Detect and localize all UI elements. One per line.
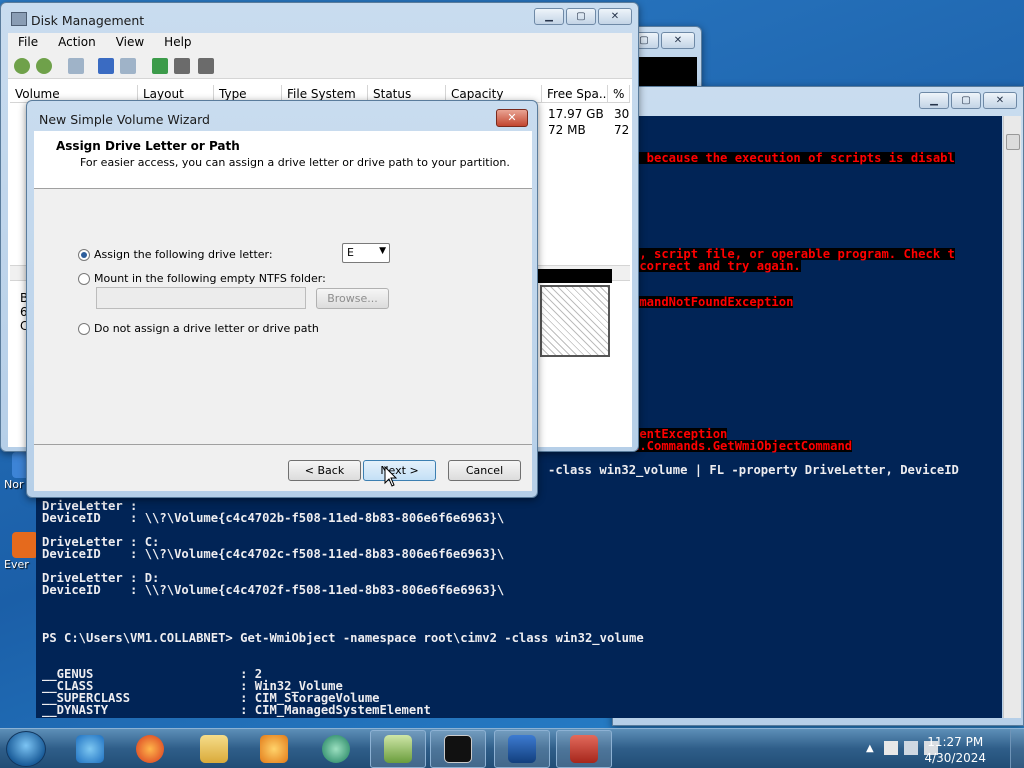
powershell-icon [508,735,536,763]
taskbar-explorer[interactable] [186,730,242,768]
error-line: l.Commands.GetWmiObjectCommand [632,439,853,453]
percent-free-cell: 30 [614,107,630,121]
taskbar-app[interactable] [308,730,364,768]
menu-bar: File Action View Help [8,33,632,53]
console-line: __DYNASTY : CIM_ManagedSystemElement [42,703,431,717]
drive-letter-value: E [347,246,354,259]
check-disks-icon[interactable] [174,58,190,74]
console-line: -class win32_volume | FL -property Drive… [548,463,959,477]
menu-help[interactable]: Help [154,33,201,53]
show-desktop-button[interactable] [1010,729,1024,768]
window-title: Disk Management [31,13,145,28]
partition-header [538,269,612,283]
show-hidden-icons-icon[interactable]: ▲ [866,743,874,754]
mount-folder-label[interactable]: Mount in the following empty NTFS folder… [94,272,326,285]
disk-management-icon [11,12,27,26]
maximize-icon[interactable]: ▢ [566,8,596,25]
start-button[interactable] [6,731,46,767]
column-percent-free[interactable]: % F [608,85,630,103]
console-line: DeviceID : \\?\Volume{c4c4702f-f508-11ed… [42,583,505,597]
disk-properties-icon[interactable] [198,58,214,74]
show-hide-tree-icon[interactable] [68,58,84,74]
system-tray: ▲ 11:27 PM 4/30/2024 [844,729,1024,768]
assign-letter-radio[interactable] [78,249,90,261]
window-content [639,57,697,87]
divider [34,444,532,445]
unallocated-partition[interactable] [540,285,610,357]
refresh-icon[interactable] [152,58,168,74]
taskbar-ie[interactable] [62,730,118,768]
page-description: For easier access, you can assign a driv… [80,156,510,169]
mount-folder-radio[interactable] [78,273,90,285]
taskbar-toolbox[interactable] [556,730,612,768]
back-arrow-icon[interactable] [14,58,30,74]
browse-button[interactable]: Browse... [316,288,389,309]
mouse-pointer-icon [384,466,398,487]
folder-icon [200,735,228,763]
console-scrollbar[interactable] [1003,116,1021,718]
clock[interactable]: 11:27 PM 4/30/2024 [924,734,986,766]
no-letter-radio[interactable] [78,323,90,335]
menu-view[interactable]: View [106,33,154,53]
page-title: Assign Drive Letter or Path [56,139,240,153]
close-icon[interactable]: ✕ [496,109,528,127]
taskbar-media-player[interactable] [246,730,302,768]
close-icon[interactable]: ✕ [661,32,695,49]
taskbar-firefox[interactable] [122,730,178,768]
wizard-title: New Simple Volume Wizard [39,112,210,127]
chevron-down-icon: ▼ [379,246,386,256]
minimize-icon[interactable]: ▁ [919,92,949,109]
wizard-client: Assign Drive Letter or Path For easier a… [34,131,532,491]
command-prompt-icon [444,735,472,763]
internet-explorer-icon [76,735,104,763]
error-line: d because the execution of scripts is di… [632,151,955,165]
assign-letter-label[interactable]: Assign the following drive letter: [94,248,273,261]
column-free-space[interactable]: Free Spa... [542,85,608,103]
folder-path-field[interactable] [96,287,306,309]
taskbar-disk-management[interactable] [370,730,426,768]
network-icon[interactable] [904,741,918,755]
clock-time: 11:27 PM [927,735,984,749]
back-button[interactable]: < Back [288,460,361,481]
menu-file[interactable]: File [8,33,48,53]
minimize-icon[interactable]: ▁ [534,8,564,25]
toolbar [8,53,632,79]
new-simple-volume-wizard[interactable]: New Simple Volume Wizard ✕ Assign Drive … [26,100,538,498]
free-space-cell: 17.97 GB [548,107,604,121]
wizard-header: Assign Drive Letter or Path For easier a… [34,131,532,189]
maximize-icon[interactable]: ▢ [951,92,981,109]
clock-date: 4/30/2024 [924,751,986,765]
console-line: DeviceID : \\?\Volume{c4c4702c-f508-11ed… [42,547,505,561]
properties-icon[interactable] [120,58,136,74]
percent-free-cell: 72 [614,123,630,137]
taskbar-cmd[interactable] [430,730,486,768]
disk-management-icon [384,735,412,763]
no-letter-label[interactable]: Do not assign a drive letter or drive pa… [94,322,319,335]
firefox-icon [136,735,164,763]
next-button[interactable]: Next > [363,460,436,481]
cancel-button[interactable]: Cancel [448,460,521,481]
help-icon[interactable] [98,58,114,74]
chat-app-icon [322,735,350,763]
taskbar-powershell[interactable] [494,730,550,768]
flag-icon[interactable] [884,741,898,755]
toolbox-icon [570,735,598,763]
console-line: DeviceID : \\?\Volume{c4c4702b-f508-11ed… [42,511,505,525]
close-icon[interactable]: ✕ [598,8,632,25]
app-shortcut-icon [12,532,38,558]
error-line: correct and try again. [632,259,801,273]
drive-letter-select[interactable]: E ▼ [342,243,390,263]
close-icon[interactable]: ✕ [983,92,1017,109]
media-player-icon [260,735,288,763]
taskbar: ▲ 11:27 PM 4/30/2024 [0,728,1024,768]
scrollbar-thumb[interactable] [1006,134,1020,150]
menu-action[interactable]: Action [48,33,106,53]
console-prompt: PS C:\Users\VM1.COLLABNET> Get-WmiObject… [42,631,644,645]
forward-arrow-icon[interactable] [36,58,52,74]
error-line: mmandNotFoundException [632,295,794,309]
free-space-cell: 72 MB [548,123,586,137]
